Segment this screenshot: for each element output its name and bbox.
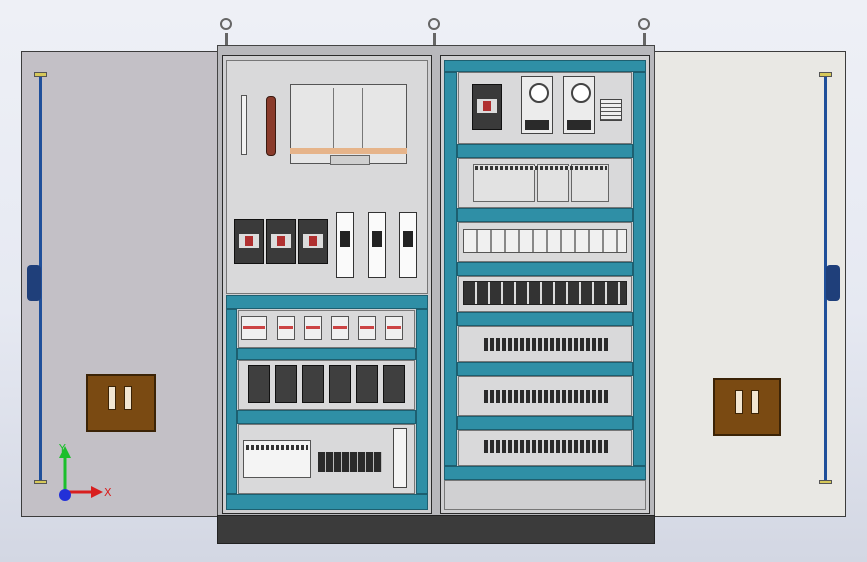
terminal-strip-1 <box>484 338 608 351</box>
lifting-eye-left-stem <box>225 33 228 45</box>
right-horizontal-rail-2 <box>457 208 633 222</box>
lifting-eye-right <box>638 18 650 30</box>
lifting-eye-right-stem <box>643 33 646 45</box>
lifting-eye-center <box>428 18 440 30</box>
right-cabinet-door[interactable] <box>652 51 846 517</box>
right-latch-bracket <box>826 265 840 301</box>
power-supply-2 <box>563 76 595 134</box>
neutral-busbar <box>266 96 276 156</box>
contactor-1 <box>248 365 270 403</box>
coordinate-triad <box>59 446 103 501</box>
lifting-eye-center-stem <box>433 33 436 45</box>
plc-output-terminals <box>318 452 382 472</box>
left-bottom-rail <box>226 494 428 510</box>
relay-3 <box>304 316 322 340</box>
cabinet-plinth <box>217 515 655 544</box>
terminal-strip-2 <box>484 390 608 403</box>
terminal-relays-row <box>463 229 627 253</box>
plc-power-module <box>393 428 407 488</box>
main-switch-orange-strip <box>290 148 407 154</box>
z-axis-origin <box>59 489 71 501</box>
plc-cpu-io-strip <box>246 445 308 450</box>
lifting-eye-left <box>220 18 232 30</box>
left-vertical-rail-right <box>416 309 428 494</box>
y-axis-label: Y <box>59 442 66 455</box>
circuit-breaker-3 <box>298 219 328 264</box>
relay-1 <box>241 316 267 340</box>
left-horizontal-rail-3 <box>237 410 416 424</box>
fuse-holder-2 <box>368 212 386 278</box>
left-door-handle[interactable] <box>86 374 156 432</box>
power-supply-1 <box>521 76 553 134</box>
fuse-holder-3 <box>399 212 417 278</box>
right-vertical-rail-right <box>633 72 646 466</box>
right-horizontal-rail-3 <box>457 262 633 276</box>
x-axis-arrowhead <box>91 486 103 498</box>
right-horizontal-rail-5 <box>457 362 633 376</box>
x-axis-label: X <box>104 486 112 499</box>
circuit-breaker-1 <box>234 219 264 264</box>
contactor-5 <box>356 365 378 403</box>
right-horizontal-rail-1 <box>457 144 633 158</box>
main-switch-base <box>330 155 370 165</box>
right-horizontal-rail-4 <box>457 312 633 326</box>
terminal-strip-3 <box>484 440 608 453</box>
right-vertical-rail-left <box>444 72 457 466</box>
io-module-terminals <box>475 166 607 170</box>
relay-4 <box>331 316 349 340</box>
main-switch-divider-1 <box>333 88 334 148</box>
main-switch-divider-2 <box>362 88 363 148</box>
right-top-rail <box>444 60 646 72</box>
right-bay-bottom-panel <box>444 480 646 510</box>
left-horizontal-rail-1 <box>226 295 428 309</box>
left-latch-bracket <box>27 265 41 301</box>
ground-terminal-strip <box>241 95 247 155</box>
small-terminal-block <box>600 99 622 121</box>
left-rod-top-cap <box>34 72 47 77</box>
right-rod-top-cap <box>819 72 832 77</box>
power-breaker <box>472 84 502 130</box>
contactor-2 <box>275 365 297 403</box>
left-horizontal-rail-2 <box>237 348 416 360</box>
contactor-3 <box>302 365 324 403</box>
relay-5 <box>358 316 376 340</box>
contactor-6 <box>383 365 405 403</box>
right-bottom-rail <box>444 466 646 480</box>
right-door-handle[interactable] <box>713 378 781 436</box>
intermediate-relays-row <box>463 281 627 305</box>
right-rod-bottom-cap <box>819 480 832 484</box>
fuse-holder-1 <box>336 212 354 278</box>
relay-6 <box>385 316 403 340</box>
circuit-breaker-2 <box>266 219 296 264</box>
left-vertical-rail-left <box>226 309 237 494</box>
relay-2 <box>277 316 295 340</box>
contactor-4 <box>329 365 351 403</box>
right-horizontal-rail-6 <box>457 416 633 430</box>
